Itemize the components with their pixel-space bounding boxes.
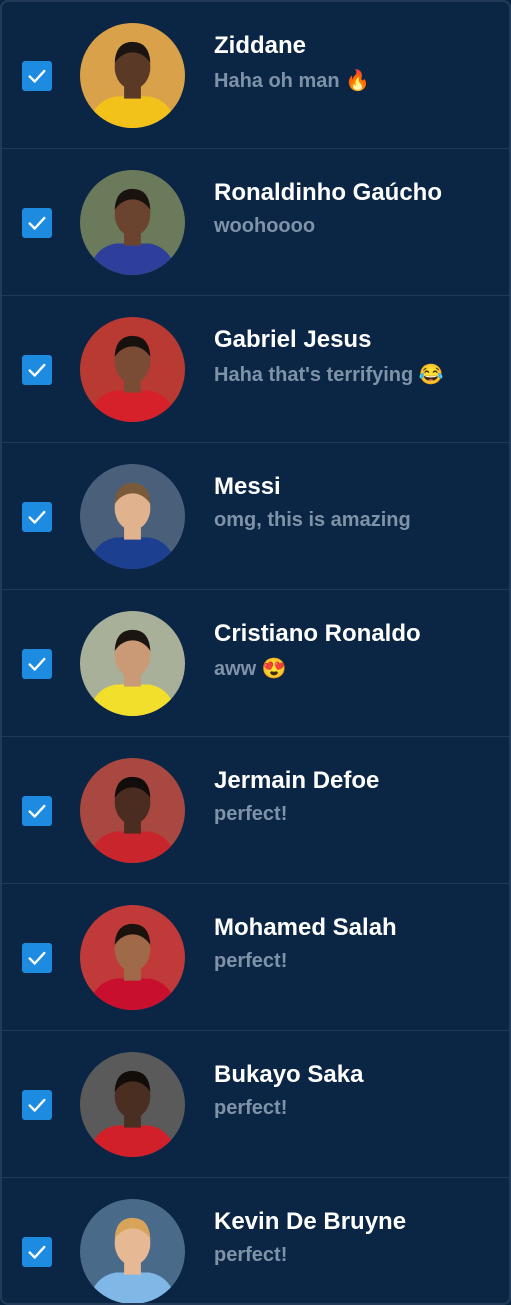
last-message: perfect! xyxy=(214,1244,288,1266)
avatar[interactable] xyxy=(80,317,185,422)
avatar[interactable] xyxy=(80,170,185,275)
contact-row[interactable]: Ziddane Haha oh man 🔥 xyxy=(2,2,509,149)
checkmark-icon xyxy=(28,69,46,83)
avatar[interactable] xyxy=(80,23,185,128)
avatar[interactable] xyxy=(80,611,185,716)
checkmark-icon xyxy=(28,657,46,671)
contact-name: Jermain Defoe xyxy=(214,767,380,794)
checkmark-icon xyxy=(28,1245,46,1259)
checkmark-icon xyxy=(28,216,46,230)
select-checkbox[interactable] xyxy=(22,1090,52,1120)
avatar-portrait-icon xyxy=(80,1199,185,1303)
contact-row[interactable]: Kevin De Bruyne perfect! xyxy=(2,1178,509,1303)
avatar-portrait-icon xyxy=(80,611,185,716)
last-message: perfect! xyxy=(214,1097,288,1119)
avatar-portrait-icon xyxy=(80,905,185,1010)
last-message: woohoooo xyxy=(214,215,316,237)
checkmark-icon xyxy=(28,1098,46,1112)
contact-row[interactable]: Jermain Defoe perfect! xyxy=(2,737,509,884)
contact-name: Kevin De Bruyne xyxy=(214,1208,407,1235)
avatar[interactable] xyxy=(80,758,185,863)
contact-list: Ziddane Haha oh man 🔥 Ronaldinho Gaúcho … xyxy=(0,0,511,1305)
contact-row[interactable]: Cristiano Ronaldo aww 😍 xyxy=(2,590,509,737)
select-checkbox[interactable] xyxy=(22,796,52,826)
last-message: aww 😍 xyxy=(214,658,287,680)
avatar[interactable] xyxy=(80,1199,185,1303)
avatar[interactable] xyxy=(80,464,185,569)
contact-row[interactable]: Gabriel Jesus Haha that's terrifying 😂 xyxy=(2,296,509,443)
avatar-portrait-icon xyxy=(80,464,185,569)
last-message: Haha that's terrifying 😂 xyxy=(214,364,444,386)
select-checkbox[interactable] xyxy=(22,61,52,91)
select-checkbox[interactable] xyxy=(22,355,52,385)
select-checkbox[interactable] xyxy=(22,943,52,973)
select-checkbox[interactable] xyxy=(22,208,52,238)
last-message: perfect! xyxy=(214,803,288,825)
contact-row[interactable]: Messi omg, this is amazing xyxy=(2,443,509,590)
contact-name: Bukayo Saka xyxy=(214,1061,364,1088)
avatar-portrait-icon xyxy=(80,23,185,128)
contact-name: Ronaldinho Gaúcho xyxy=(214,179,442,206)
checkmark-icon xyxy=(28,951,46,965)
avatar-portrait-icon xyxy=(80,758,185,863)
checkmark-icon xyxy=(28,510,46,524)
contact-name: Mohamed Salah xyxy=(214,914,397,941)
contact-name: Gabriel Jesus xyxy=(214,326,372,353)
select-checkbox[interactable] xyxy=(22,1237,52,1267)
last-message: perfect! xyxy=(214,950,288,972)
contact-name: Ziddane xyxy=(214,32,307,59)
select-checkbox[interactable] xyxy=(22,649,52,679)
avatar-portrait-icon xyxy=(80,1052,185,1157)
contact-row[interactable]: Bukayo Saka perfect! xyxy=(2,1031,509,1178)
checkmark-icon xyxy=(28,804,46,818)
avatar-portrait-icon xyxy=(80,170,185,275)
avatar[interactable] xyxy=(80,905,185,1010)
avatar-portrait-icon xyxy=(80,317,185,422)
contact-name: Messi xyxy=(214,473,281,500)
contact-name: Cristiano Ronaldo xyxy=(214,620,421,647)
contact-row[interactable]: Mohamed Salah perfect! xyxy=(2,884,509,1031)
last-message: omg, this is amazing xyxy=(214,509,411,531)
last-message: Haha oh man 🔥 xyxy=(214,70,371,92)
select-checkbox[interactable] xyxy=(22,502,52,532)
avatar[interactable] xyxy=(80,1052,185,1157)
checkmark-icon xyxy=(28,363,46,377)
contact-row[interactable]: Ronaldinho Gaúcho woohoooo xyxy=(2,149,509,296)
